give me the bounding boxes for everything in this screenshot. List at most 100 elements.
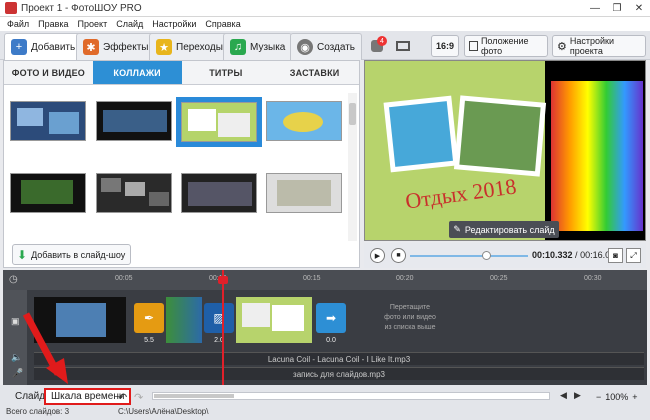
- volume-icon: 🔈: [11, 352, 23, 362]
- current-time: 00:10.332: [532, 250, 573, 260]
- notifications-button[interactable]: 4: [368, 36, 388, 56]
- play-button[interactable]: ▶: [370, 248, 385, 263]
- playback-progress[interactable]: [410, 255, 528, 257]
- tab-music[interactable]: ♫ Музыка: [223, 33, 293, 60]
- ruler-tick: 00:05: [115, 275, 133, 282]
- stop-button[interactable]: ■: [391, 248, 406, 263]
- film-icon: ◉: [297, 39, 313, 55]
- add-to-show-label: Добавить в слайд-шоу: [31, 249, 126, 260]
- preview-photo: [383, 95, 459, 173]
- ruler-tick: 00:25: [490, 275, 508, 282]
- drop-zone-line: из списка выше: [384, 324, 436, 331]
- track-sidebar: ▣ 🔈 🎤: [3, 290, 27, 385]
- close-button[interactable]: ✕: [628, 0, 650, 16]
- main-toolbar: + Добавить ✱ Эффекты ★ Переходы ♫ Музыка…: [0, 31, 650, 60]
- zoom-out-button[interactable]: −: [596, 392, 601, 402]
- tab-music-label: Музыка: [250, 41, 286, 53]
- drop-zone[interactable]: Перетащите фото или видео из списка выше: [350, 303, 470, 333]
- redo-icon[interactable]: ↷: [134, 391, 143, 404]
- minimize-button[interactable]: —: [584, 0, 606, 16]
- transition-3[interactable]: ➡: [316, 303, 346, 333]
- zoom-in-button[interactable]: +: [632, 392, 637, 402]
- gear-icon: ⚙: [557, 40, 567, 53]
- fullscreen-button[interactable]: ⤢: [626, 248, 641, 263]
- collage-thumb[interactable]: [10, 101, 86, 141]
- photo-position-label: Положение фото: [480, 36, 529, 56]
- menu-help[interactable]: Справка: [205, 19, 240, 29]
- time-icon: ◷: [9, 274, 18, 285]
- snapshot-button[interactable]: ◙: [608, 248, 623, 263]
- status-bar: Слайды Шкала времени ↶ ↷ ◀ ▶ − 100% + Вс…: [0, 385, 650, 420]
- scroll-right-icon[interactable]: ▶: [574, 390, 581, 401]
- feather-icon: ✒: [143, 311, 155, 325]
- project-settings-button[interactable]: ⚙ Настройки проекта: [552, 35, 646, 57]
- tab-transitions-label: Переходы: [176, 41, 223, 53]
- aspect-ratio-button[interactable]: 16:9: [431, 35, 459, 57]
- playhead[interactable]: [218, 270, 228, 385]
- voice-track[interactable]: запись для слайдов.mp3: [34, 367, 644, 380]
- timeline-slide-current[interactable]: [236, 297, 312, 343]
- collage-thumb[interactable]: [181, 173, 257, 213]
- slide-count: Всего слайдов: 3: [6, 407, 70, 416]
- menu-project[interactable]: Проект: [78, 19, 108, 29]
- tab-add[interactable]: + Добавить: [4, 33, 83, 60]
- ruler-tick: 00:30: [584, 275, 602, 282]
- menu-slide[interactable]: Слайд: [116, 19, 143, 29]
- edit-slide-button[interactable]: ✎ Редактировать слайд: [449, 221, 559, 238]
- subtab-titles[interactable]: ТИТРЫ: [182, 61, 271, 84]
- subtab-collages[interactable]: КОЛЛАЖИ: [92, 61, 182, 84]
- frame-icon: [469, 41, 478, 51]
- timeline: ◷ 00:05 00:10 00:15 00:20 00:25 00:30 ▣ …: [3, 270, 647, 385]
- ruler-tick: 00:20: [396, 275, 414, 282]
- player-controls: ▶ ■ 00:10.332 / 00:16.000 ◙ ⤢: [364, 243, 646, 268]
- menu-edit[interactable]: Правка: [38, 19, 68, 29]
- playback-knob[interactable]: [482, 251, 491, 260]
- subtab-intros[interactable]: ЗАСТАВКИ: [270, 61, 359, 84]
- preview-transition-strip: [551, 81, 643, 231]
- collage-thumb[interactable]: [96, 173, 172, 213]
- collage-grid: [10, 93, 342, 238]
- photo-position-button[interactable]: Положение фото: [464, 35, 548, 57]
- transition-3-duration: 0.0: [326, 337, 336, 344]
- timeline-slide[interactable]: [34, 297, 126, 343]
- film-track-icon: ▣: [11, 316, 20, 326]
- menu-settings[interactable]: Настройки: [152, 19, 196, 29]
- collage-thumb[interactable]: [266, 173, 342, 213]
- zoom-level: 100%: [605, 392, 629, 402]
- transition-2-duration: 2.0: [214, 337, 224, 344]
- preview-photo: [453, 95, 547, 177]
- maximize-button[interactable]: ❐: [606, 0, 628, 16]
- music-icon: ♫: [230, 39, 246, 55]
- subtab-photo-video[interactable]: ФОТО И ВИДЕО: [4, 61, 93, 84]
- scroll-left-icon[interactable]: ◀: [560, 390, 567, 401]
- menu-bar: Файл Правка Проект Слайд Настройки Справ…: [0, 17, 650, 31]
- zoom-control: − 100% +: [594, 390, 640, 404]
- edit-slide-label: Редактировать слайд: [464, 224, 555, 235]
- tab-transitions[interactable]: ★ Переходы: [149, 33, 230, 60]
- project-settings-label: Настройки проекта: [569, 36, 615, 56]
- undo-icon[interactable]: ↶: [118, 391, 127, 404]
- photo-gallery-icon[interactable]: [394, 37, 412, 53]
- arrow-down-icon: ⬇: [17, 247, 28, 262]
- timeline-scrollbar[interactable]: [152, 392, 550, 400]
- collage-thumb[interactable]: [10, 173, 86, 213]
- add-icon: +: [11, 39, 27, 55]
- collage-thumb-selected[interactable]: [176, 97, 262, 147]
- title-bar: Проект 1 - ФотоШОУ PRO — ❐ ✕: [0, 0, 650, 17]
- timeline-slide[interactable]: [166, 297, 202, 343]
- ruler-tick: 00:15: [303, 275, 321, 282]
- collage-thumb[interactable]: [266, 101, 342, 141]
- library-scrollbar[interactable]: [348, 93, 357, 241]
- add-to-show-button[interactable]: ⬇ Добавить в слайд-шоу: [12, 244, 131, 265]
- camera-icon: ◙: [613, 251, 618, 260]
- tab-effects[interactable]: ✱ Эффекты: [76, 33, 156, 60]
- effects-icon: ✱: [83, 39, 99, 55]
- transition-1[interactable]: ✒: [134, 303, 164, 333]
- menu-file[interactable]: Файл: [7, 19, 29, 29]
- tab-create[interactable]: ◉ Создать: [290, 33, 363, 60]
- collage-thumb[interactable]: [96, 101, 172, 141]
- transition-2[interactable]: ▨: [204, 303, 234, 333]
- stop-icon: ■: [396, 252, 401, 259]
- slides-track: ✒ 5.5 ▨ 2.0 ➡ 0.0 Перетащите фото или ви…: [34, 295, 644, 347]
- music-track[interactable]: Lacuna Coil - Lacuna Coil - I Like It.mp…: [34, 352, 644, 365]
